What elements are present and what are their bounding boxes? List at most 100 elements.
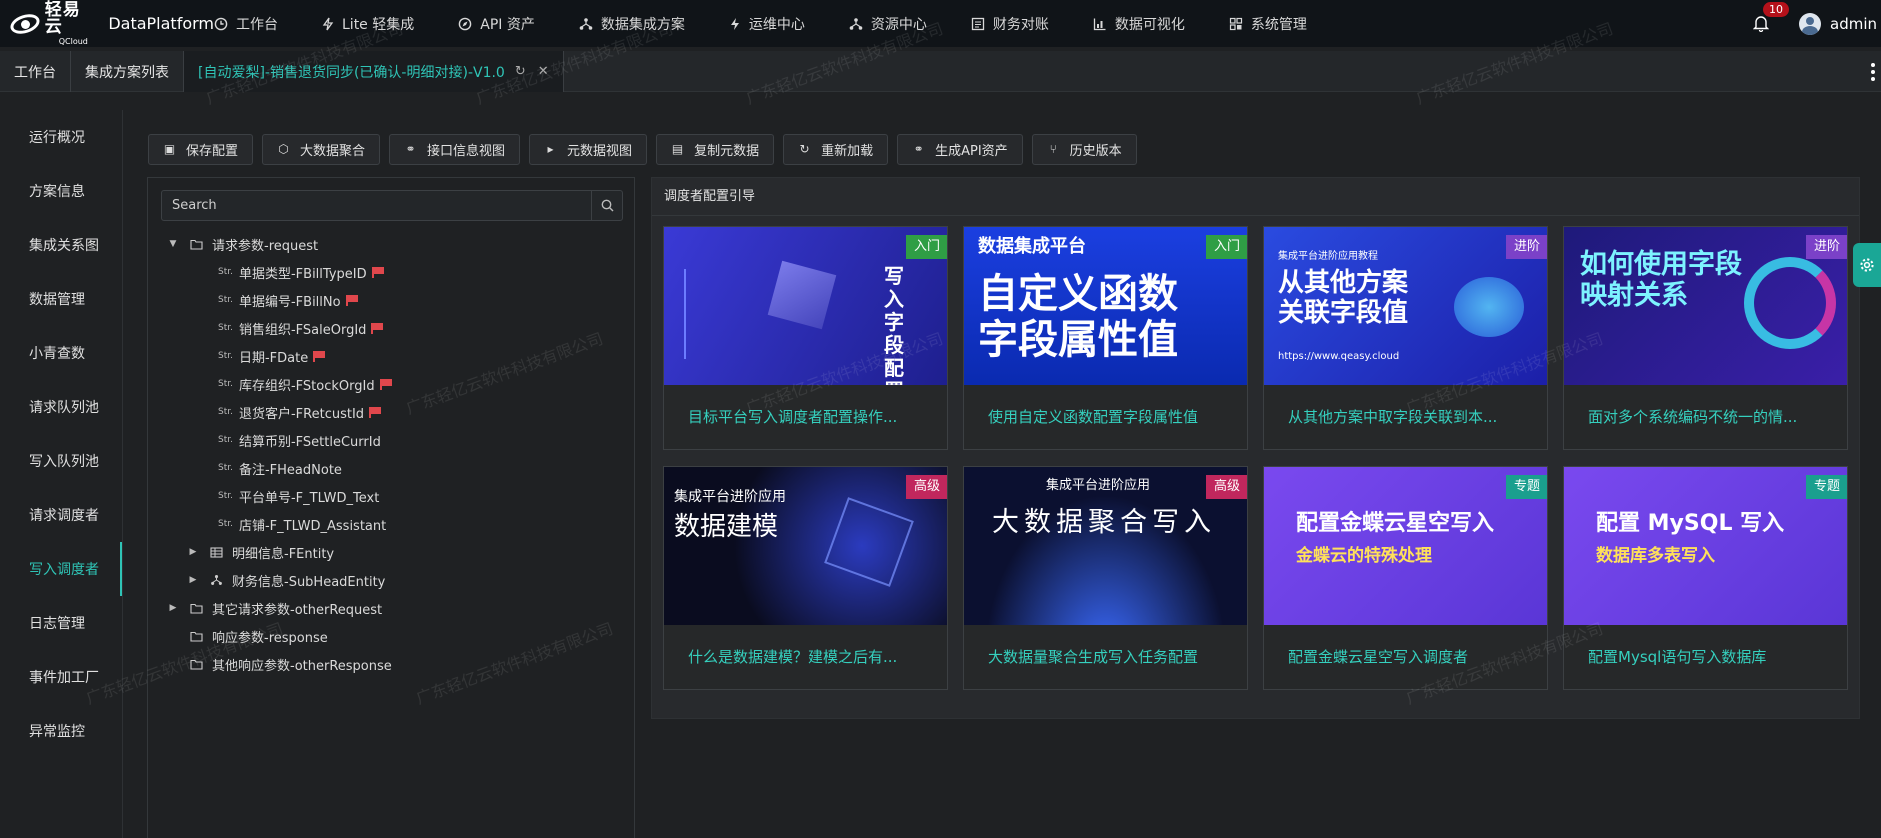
sidebar-item-request-scheduler[interactable]: 请求调度者	[0, 488, 122, 542]
notification-bell[interactable]: 10	[1752, 1, 1789, 34]
lightning-icon	[322, 17, 334, 30]
action-toolbar: ▣ 保存配置 ⬡ 大数据聚合 ⚭ 接口信息视图 ▸ 元数据视图 ▤ 复制元数据 ↻ 重新加载…	[148, 134, 1146, 165]
guide-card[interactable]: 配置金蝶云星空写入 金蝶云的特殊处理 专题 配置金蝶云星空写入调度者	[1263, 466, 1548, 690]
history-version-button[interactable]: ⑂ 历史版本	[1031, 134, 1137, 165]
tree-field[interactable]: Str. 备注-FHeadNote	[148, 454, 634, 482]
card-thumbnail: 如何使用字段映射关系 进阶	[1564, 227, 1847, 385]
level-tag: 进阶	[1805, 235, 1847, 259]
string-type-icon: Str.	[218, 323, 233, 333]
close-tab-icon[interactable]: ✕	[538, 64, 549, 79]
card-thumbnail: 集成平台进阶应用教程 从其他方案关联字段值 https://www.qeasy.…	[1264, 227, 1547, 385]
brand-logo[interactable]: 轻易云 QCloud DataPlatform	[0, 0, 214, 47]
hierarchy-icon	[849, 17, 863, 30]
tab-workbench[interactable]: 工作台	[0, 51, 71, 92]
nav-system-admin[interactable]: 系统管理	[1229, 14, 1307, 34]
copy-icon: ▤	[671, 142, 684, 156]
tree-field[interactable]: Str. 店铺-F_TLWD_Assistant	[148, 510, 634, 538]
tree-field[interactable]: Str. 退货客户-FRetcustId	[148, 398, 634, 426]
guide-card[interactable]: 写入字段配置关联 入门 目标平台写入调度者配置操作...	[663, 226, 948, 450]
nav-resource-center[interactable]: 资源中心	[849, 14, 927, 34]
folder-icon	[190, 603, 203, 614]
page-tabs: 工作台 集成方案列表 [自动爱梨]-销售退货同步(已确认-明细对接)-V1.0 …	[0, 51, 1881, 92]
nav-api-assets[interactable]: API 资产	[458, 14, 535, 34]
user-name[interactable]: admin	[1830, 15, 1877, 33]
guide-card[interactable]: 集成平台进阶应用教程 从其他方案关联字段值 https://www.qeasy.…	[1263, 226, 1548, 450]
flag-icon	[379, 379, 392, 390]
big-data-aggregate-button[interactable]: ⬡ 大数据聚合	[262, 134, 381, 165]
card-thumbnail: 写入字段配置关联 入门	[664, 227, 947, 385]
sidebar-item-event-factory[interactable]: 事件加工厂	[0, 650, 122, 704]
card-thumbnail: 数据集成平台 自定义函数字段属性值 入门	[964, 227, 1247, 385]
level-tag: 入门	[905, 235, 947, 259]
caret-right-icon[interactable]: ▶	[186, 547, 200, 557]
tab-plan-list[interactable]: 集成方案列表	[71, 51, 184, 92]
copy-metadata-button[interactable]: ▤ 复制元数据	[656, 134, 775, 165]
terminal-icon: ▸	[547, 142, 554, 156]
tree-field[interactable]: Str. 销售组织-FSaleOrgId	[148, 314, 634, 342]
nav-lite[interactable]: Lite 轻集成	[322, 14, 414, 34]
guide-card[interactable]: 配置 MySQL 写入 数据库多表写入 专题 配置Mysql语句写入数据库	[1563, 466, 1848, 690]
tree-node-entity[interactable]: ▶ 明细信息-FEntity	[148, 538, 634, 566]
guide-card[interactable]: 如何使用字段映射关系 进阶 面对多个系统编码不统一的情...	[1563, 226, 1848, 450]
tree-field[interactable]: Str. 单据类型-FBillTypeID	[148, 258, 634, 286]
tree-field[interactable]: Str. 结算币别-FSettleCurrId	[148, 426, 634, 454]
save-config-button[interactable]: ▣ 保存配置	[148, 134, 254, 165]
refresh-tab-icon[interactable]: ↻	[515, 64, 526, 79]
tree-search-input[interactable]	[162, 191, 591, 220]
guide-card[interactable]: 集成平台进阶应用 大数据聚合写入 高级 大数据量聚合生成写入任务配置	[963, 466, 1248, 690]
plan-sidebar: 运行概况 方案信息 集成关系图 数据管理 小青查数 请求队列池 写入队列池 请求…	[0, 110, 123, 838]
table-icon	[210, 546, 223, 558]
tree-field[interactable]: Str. 日期-FDate	[148, 342, 634, 370]
sidebar-item-data-query[interactable]: 小青查数	[0, 326, 122, 380]
guide-card[interactable]: 集成平台进阶应用 数据建模 高级 什么是数据建模？建模之后有...	[663, 466, 948, 690]
tree-field[interactable]: Str. 平台单号-F_TLWD_Text	[148, 482, 634, 510]
level-tag: 进阶	[1505, 235, 1547, 259]
caret-right-icon[interactable]: ▶	[186, 575, 200, 585]
tree-node-other-response[interactable]: 其他响应参数-otherResponse	[148, 650, 634, 678]
nav-data-visualization[interactable]: 数据可视化	[1093, 14, 1185, 34]
tree-node-response[interactable]: 响应参数-response	[148, 622, 634, 650]
brand-name-en: QCloud	[58, 36, 88, 46]
branch-icon: ⑂	[1049, 142, 1057, 156]
nav-ops-center[interactable]: 运维中心	[729, 14, 805, 34]
caret-right-icon[interactable]: ▶	[166, 603, 180, 613]
param-tree: ▼ 请求参数-request Str. 单据类型-FBillTypeID Str.…	[148, 230, 634, 678]
settings-drawer-toggle[interactable]	[1853, 243, 1881, 287]
generate-api-asset-button[interactable]: ⚭ 生成API资产	[897, 134, 1023, 165]
nav-finance-reconcile[interactable]: 财务对账	[971, 14, 1049, 34]
link-icon: ⚭	[913, 142, 924, 156]
folder-icon	[190, 239, 203, 250]
interface-info-view-button[interactable]: ⚭ 接口信息视图	[389, 134, 521, 165]
link-icon: ⚭	[405, 142, 416, 156]
guide-card[interactable]: 数据集成平台 自定义函数字段属性值 入门 使用自定义函数配置字段属性值	[963, 226, 1248, 450]
user-avatar[interactable]	[1799, 12, 1821, 35]
notification-count-badge: 10	[1763, 1, 1789, 17]
sidebar-item-request-queue[interactable]: 请求队列池	[0, 380, 122, 434]
sidebar-item-data-management[interactable]: 数据管理	[0, 272, 122, 326]
card-thumbnail: 集成平台进阶应用 大数据聚合写入 高级	[964, 467, 1247, 625]
tab-more-icon[interactable]	[1869, 63, 1877, 81]
string-type-icon: Str.	[218, 267, 233, 277]
nav-workbench[interactable]: 工作台	[214, 14, 278, 34]
sidebar-item-write-scheduler[interactable]: 写入调度者	[0, 542, 122, 596]
card-caption: 目标平台写入调度者配置操作...	[688, 408, 898, 426]
sidebar-item-exception-monitor[interactable]: 异常监控	[0, 704, 122, 758]
tree-field[interactable]: Str. 单据编号-FBillNo	[148, 286, 634, 314]
sidebar-item-overview[interactable]: 运行概况	[0, 110, 122, 164]
sidebar-item-log-management[interactable]: 日志管理	[0, 596, 122, 650]
tree-field[interactable]: Str. 库存组织-FStockOrgId	[148, 370, 634, 398]
field-tree-panel: ▼ 请求参数-request Str.单据类型-FBillTypeID Str.…	[147, 177, 635, 838]
caret-down-icon[interactable]: ▼	[166, 239, 180, 249]
tree-node-sub-head[interactable]: ▶ 财务信息-SubHeadEntity	[148, 566, 634, 594]
metadata-view-button[interactable]: ▸ 元数据视图	[529, 134, 648, 165]
tree-node-other-request[interactable]: ▶ 其它请求参数-otherRequest	[148, 594, 634, 622]
reload-button[interactable]: ↻ 重新加载	[783, 134, 889, 165]
tree-node-request[interactable]: ▼ 请求参数-request	[148, 230, 634, 258]
level-tag: 高级	[1205, 475, 1247, 499]
sidebar-item-plan-info[interactable]: 方案信息	[0, 164, 122, 218]
sidebar-item-write-queue[interactable]: 写入队列池	[0, 434, 122, 488]
search-button[interactable]	[591, 191, 622, 220]
sidebar-item-relation-graph[interactable]: 集成关系图	[0, 218, 122, 272]
nav-integration-plans[interactable]: 数据集成方案	[579, 14, 685, 34]
tab-current-plan[interactable]: [自动爱梨]-销售退货同步(已确认-明细对接)-V1.0 ↻ ✕	[184, 51, 564, 92]
